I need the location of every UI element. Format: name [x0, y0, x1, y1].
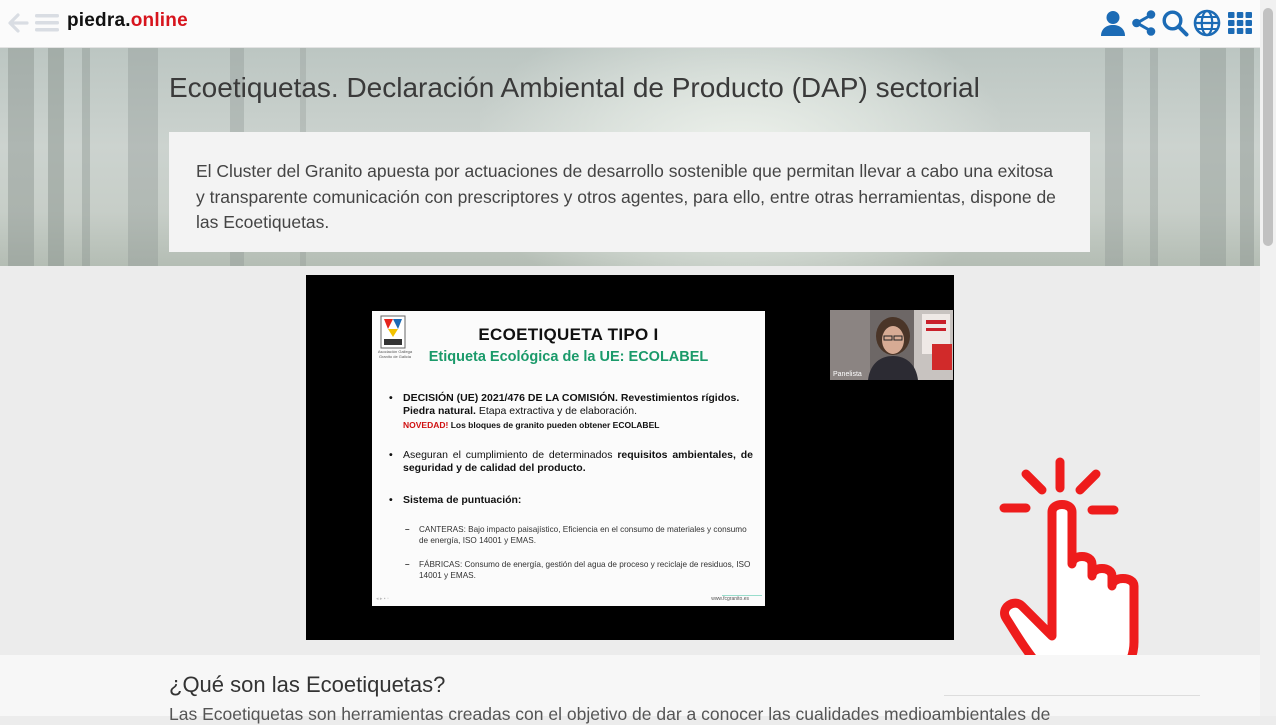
forest-tree — [8, 48, 34, 266]
top-navigation-bar: piedra.online — [0, 0, 1260, 48]
slide-bullet-2: • Aseguran el cumplimiento de determinad… — [389, 449, 753, 474]
webcam-label: Panelista — [833, 371, 862, 378]
hamburger-menu-icon[interactable] — [34, 12, 60, 34]
section-text: Las Ecoetiquetas son herramientas creada… — [169, 704, 1051, 724]
logo-text-main: piedra — [67, 10, 126, 31]
presentation-slide: Asociación Gallega Granito de Galicia EC… — [372, 311, 765, 606]
page-title: Ecoetiquetas. Declaración Ambiental de P… — [169, 72, 980, 103]
share-icon[interactable] — [1129, 8, 1159, 38]
slide-controls: ◂ ▸ ▪ ▫ — [376, 596, 389, 602]
forest-tree — [1200, 48, 1226, 266]
slide-subtitle: Etiqueta Ecológica de la UE: ECOLABEL — [428, 349, 709, 365]
slide-bullet-1: • DECISIÓN (UE) 2021/476 DE LA COMISIÓN.… — [389, 392, 740, 430]
forest-tree — [1240, 48, 1254, 266]
section-heading: ¿Qué son las Ecoetiquetas? — [169, 672, 446, 697]
grid-apps-icon[interactable] — [1225, 8, 1255, 38]
click-hand-icon[interactable] — [996, 452, 1148, 680]
forest-tree — [82, 48, 90, 266]
intro-box: El Cluster del Granito apuesta por actua… — [169, 132, 1090, 252]
user-icon[interactable] — [1098, 8, 1128, 38]
speaker-webcam: Panelista — [830, 310, 953, 380]
video-player[interactable]: Asociación Gallega Granito de Galicia EC… — [306, 275, 954, 640]
slide-url: www.fcgranito.es — [711, 596, 749, 602]
page-scrollbar[interactable] — [1260, 0, 1276, 716]
forest-tree — [1150, 48, 1158, 266]
scrollbar-thumb[interactable] — [1263, 8, 1273, 246]
webcam-image — [830, 310, 953, 380]
slide-subbullet-1: – CANTERAS: Bajo impacto paisajístico, Ef… — [405, 525, 747, 545]
slide-title: ECOETIQUETA TIPO I — [478, 325, 659, 344]
site-logo[interactable]: piedra.online — [67, 10, 188, 32]
arrow-left-icon[interactable] — [6, 11, 30, 35]
divider — [944, 695, 1200, 696]
forest-tree — [1105, 48, 1123, 266]
globe-icon[interactable] — [1192, 8, 1222, 38]
slide-bullet-3: • Sistema de puntuación: — [389, 494, 522, 506]
search-icon[interactable] — [1160, 8, 1190, 38]
logo-text-accent: online — [130, 10, 188, 31]
slide-subbullet-2: – FÁBRICAS: Consumo de energía, gestión d… — [405, 560, 751, 580]
forest-tree — [128, 48, 158, 266]
forest-tree — [48, 48, 64, 266]
intro-text: El Cluster del Granito apuesta por actua… — [196, 161, 1056, 232]
